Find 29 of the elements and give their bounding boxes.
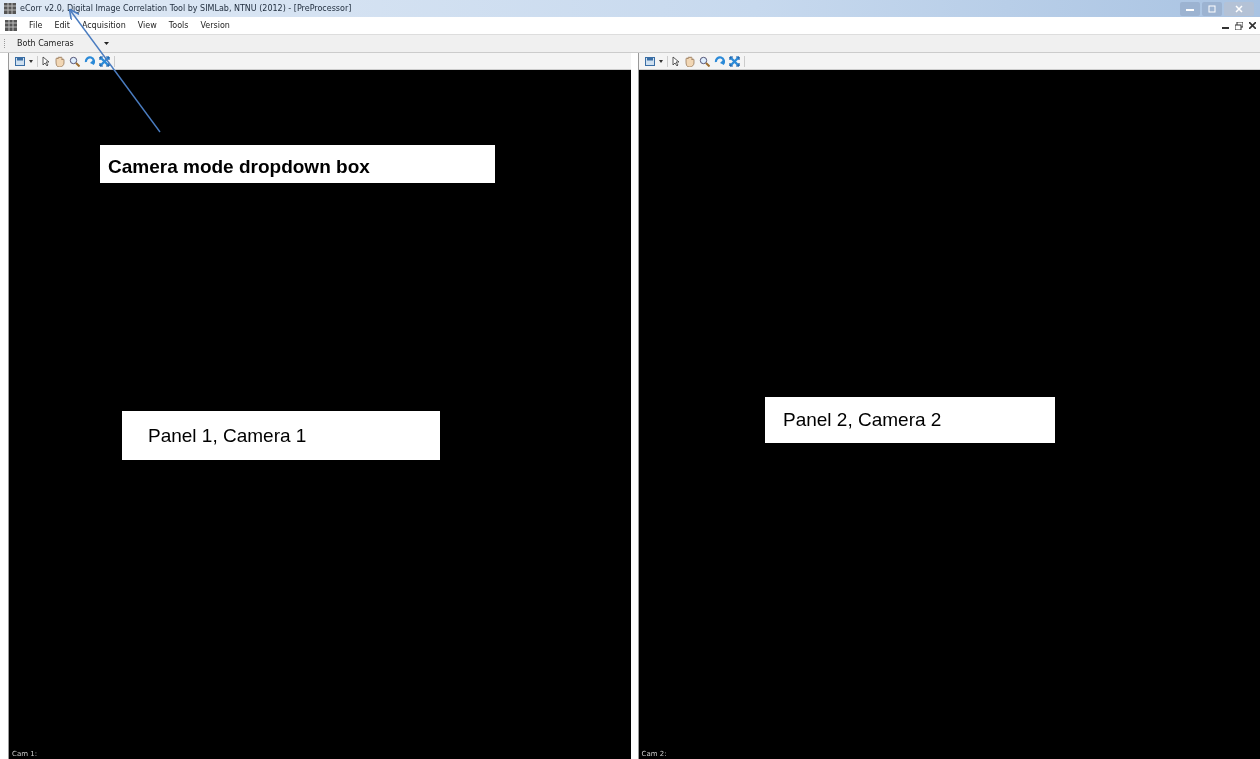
camera-mode-dropdown[interactable]: Both Cameras xyxy=(4,39,109,48)
close-icon[interactable] xyxy=(1249,22,1256,29)
save-icon[interactable] xyxy=(15,56,25,66)
annotation-label: Camera mode dropdown box xyxy=(100,145,495,183)
menu-item[interactable]: Version xyxy=(200,21,230,30)
menu-item[interactable]: File xyxy=(29,21,43,30)
fit-icon[interactable] xyxy=(728,55,740,67)
menu-item[interactable]: View xyxy=(137,21,157,30)
caret-icon[interactable] xyxy=(658,59,663,63)
menu-item[interactable]: Edit xyxy=(54,21,70,30)
rotate-icon[interactable] xyxy=(84,55,95,67)
annotation-label: Panel 2, Camera 2 xyxy=(765,397,1055,443)
zoom-icon[interactable] xyxy=(698,55,710,67)
fit-icon[interactable] xyxy=(99,55,110,67)
menu-item[interactable]: Acquisition xyxy=(81,21,126,30)
grid-icon xyxy=(4,3,16,14)
menu-item[interactable]: Tools xyxy=(168,21,189,30)
grid-icon xyxy=(5,20,17,31)
save-icon[interactable] xyxy=(644,56,655,66)
restore-icon[interactable] xyxy=(1235,21,1243,30)
pointer-icon[interactable] xyxy=(671,55,680,67)
annotation-label: Panel 1, Camera 1 xyxy=(122,411,440,460)
maximize-icon xyxy=(1208,4,1216,13)
zoom-icon[interactable] xyxy=(69,55,80,67)
pointer-icon[interactable] xyxy=(42,55,50,67)
rotate-icon[interactable] xyxy=(713,55,725,67)
close-icon xyxy=(1235,4,1243,13)
caret-icon[interactable] xyxy=(29,59,33,63)
caret-icon xyxy=(104,42,109,45)
